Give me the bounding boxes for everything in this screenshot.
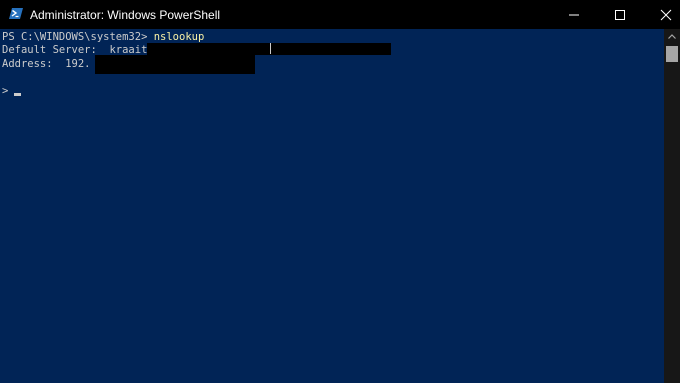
title-bar[interactable]: Administrator: Windows PowerShell bbox=[0, 0, 680, 29]
scroll-thumb[interactable] bbox=[666, 46, 678, 62]
address-line: Address: 192. bbox=[2, 57, 91, 71]
close-button[interactable] bbox=[643, 0, 680, 29]
minimize-button[interactable] bbox=[551, 0, 597, 29]
redaction-bar bbox=[95, 55, 255, 74]
powershell-window: Administrator: Windows PowerShell PS C:\… bbox=[0, 0, 680, 383]
command-text: nslookup bbox=[153, 31, 205, 43]
redaction-bar bbox=[147, 43, 391, 55]
close-icon bbox=[660, 9, 672, 21]
powershell-icon bbox=[9, 7, 23, 20]
command-line: PS C:\WINDOWS\system32> nslookup bbox=[2, 30, 204, 44]
server-label: Default Server: bbox=[2, 44, 110, 56]
maximize-button[interactable] bbox=[597, 0, 643, 29]
minimize-icon bbox=[569, 14, 579, 16]
address-value: 192. bbox=[65, 58, 91, 70]
vertical-scrollbar[interactable] bbox=[664, 29, 680, 383]
address-label: Address: bbox=[2, 58, 66, 70]
console-area[interactable]: PS C:\WINDOWS\system32> nslookup Default… bbox=[0, 29, 664, 383]
shell-prompt: PS C:\WINDOWS\system32> bbox=[2, 31, 154, 43]
maximize-icon bbox=[615, 10, 625, 20]
nslookup-prompt: > bbox=[2, 85, 9, 97]
text-caret-mark bbox=[270, 43, 271, 54]
chevron-up-icon bbox=[668, 34, 676, 39]
input-cursor[interactable] bbox=[14, 93, 21, 96]
window-title: Administrator: Windows PowerShell bbox=[30, 8, 221, 22]
scroll-up-button[interactable] bbox=[664, 29, 680, 45]
